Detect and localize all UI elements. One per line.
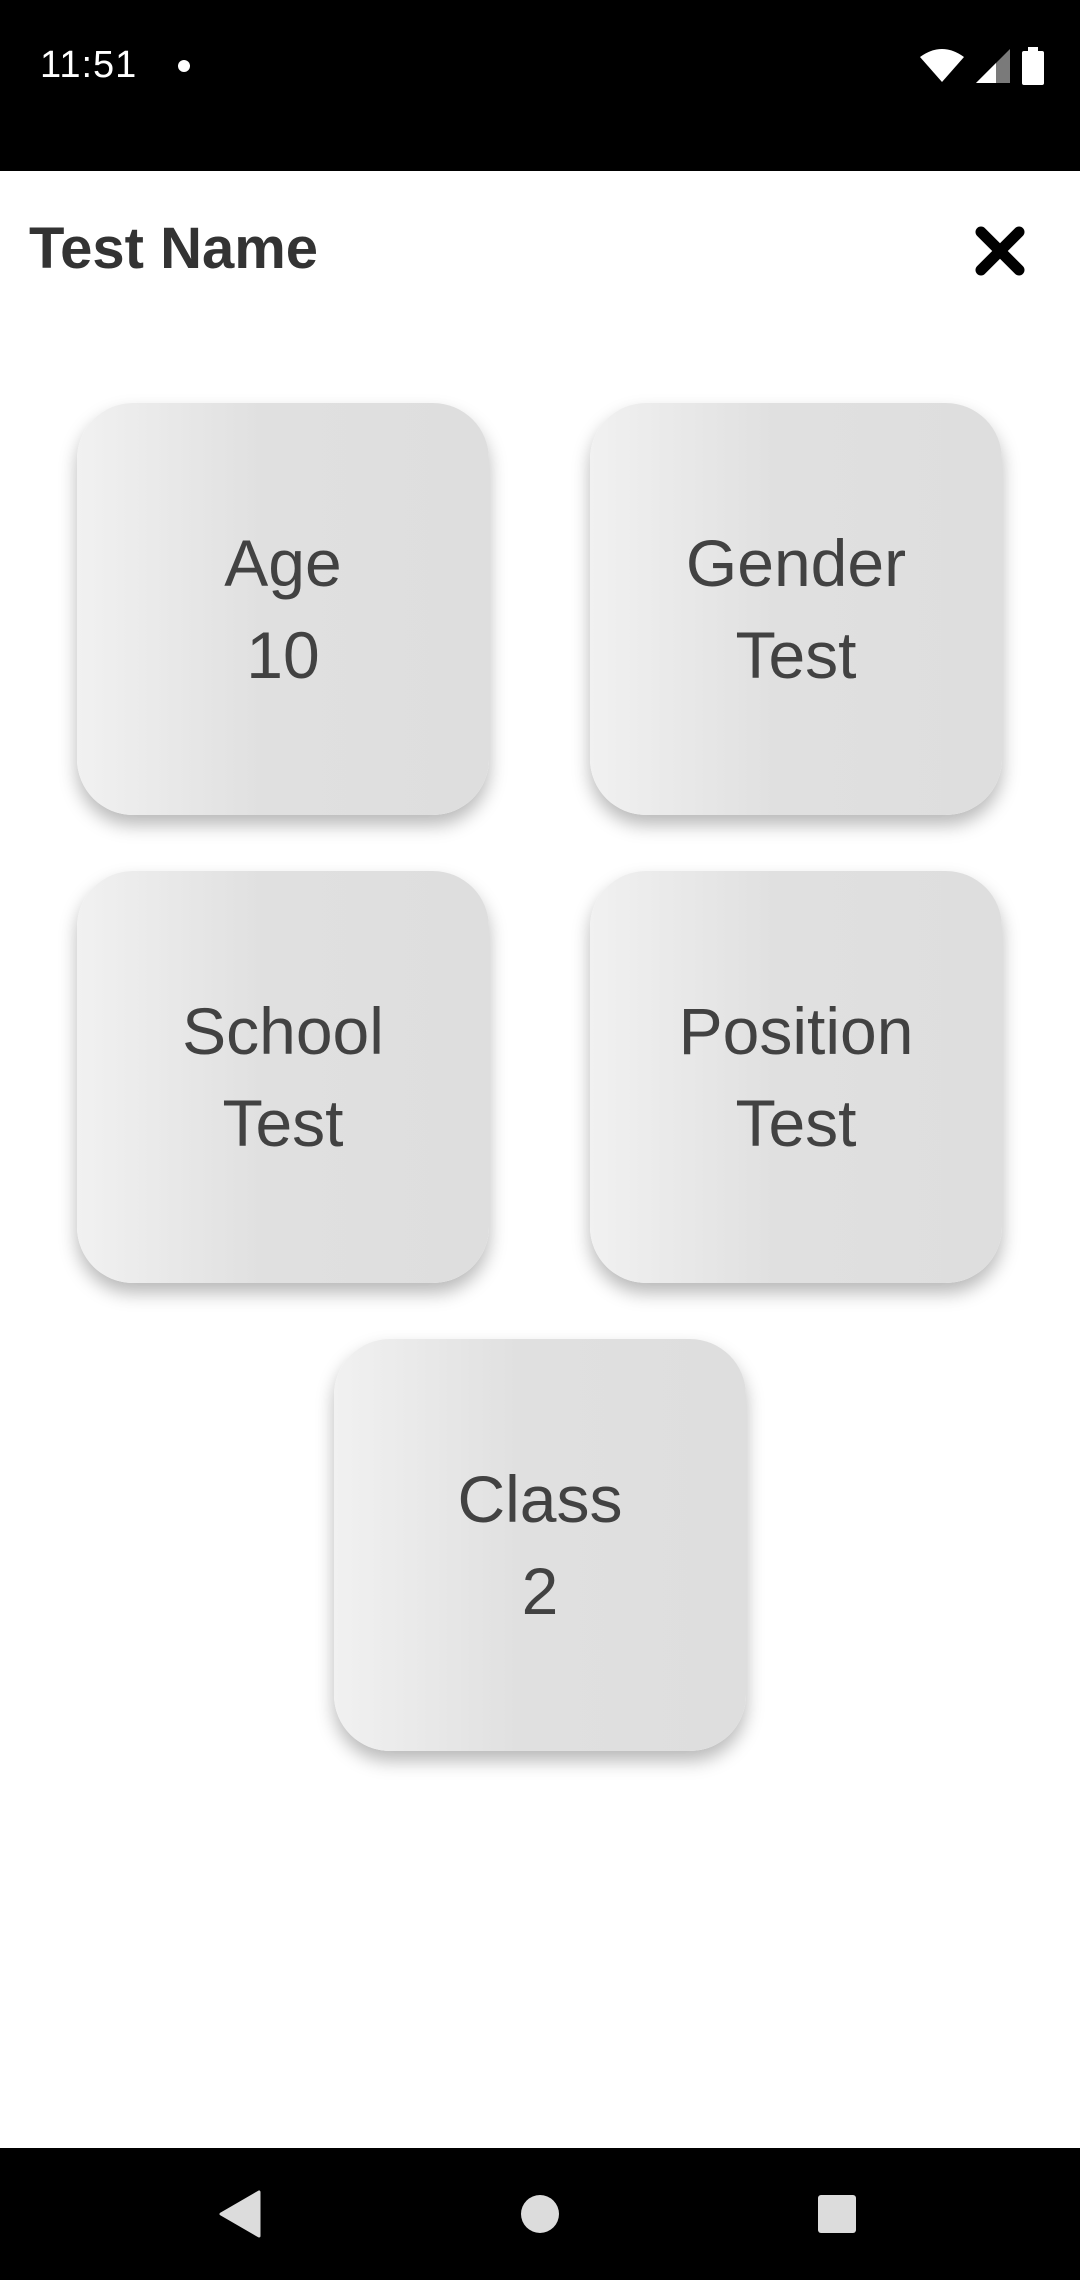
tile-value: 10 [246, 618, 320, 692]
tile-value: Test [222, 1086, 344, 1160]
back-button[interactable] [205, 2178, 277, 2250]
tile-value: Test [735, 1086, 857, 1160]
back-icon [219, 2190, 261, 2238]
tile-label: Position [678, 994, 914, 1068]
tile-label: School [182, 994, 384, 1068]
signal-icon [976, 49, 1010, 83]
tile-value: 2 [521, 1554, 559, 1628]
home-button[interactable] [504, 2178, 576, 2250]
status-icons [920, 46, 1044, 86]
close-icon [975, 226, 1025, 276]
position-tile[interactable]: Position Test [590, 871, 1002, 1283]
class-tile[interactable]: Class 2 [334, 1339, 746, 1751]
status-time: 11:51 [40, 44, 138, 86]
tile-label: Age [224, 526, 342, 600]
notification-dot-icon [178, 60, 190, 72]
page-title: Test Name [29, 216, 319, 281]
gender-tile[interactable]: Gender Test [590, 403, 1002, 815]
tile-label: Class [457, 1462, 623, 1536]
tile-label: Gender [685, 526, 907, 600]
status-bar: 11:51 [0, 0, 1080, 171]
school-tile[interactable]: School Test [77, 871, 489, 1283]
recents-icon [818, 2195, 856, 2233]
screen: 11:51 Test Name Age 10 Gender Test Schoo… [0, 0, 1080, 2280]
age-tile[interactable]: Age 10 [77, 403, 489, 815]
header: Test Name [0, 171, 1080, 321]
home-icon [521, 2195, 559, 2233]
nav-bar [0, 2148, 1080, 2280]
tile-value: Test [735, 618, 857, 692]
close-button[interactable] [972, 223, 1028, 279]
recents-button[interactable] [801, 2178, 873, 2250]
wifi-icon [920, 49, 964, 82]
battery-icon [1022, 47, 1044, 85]
